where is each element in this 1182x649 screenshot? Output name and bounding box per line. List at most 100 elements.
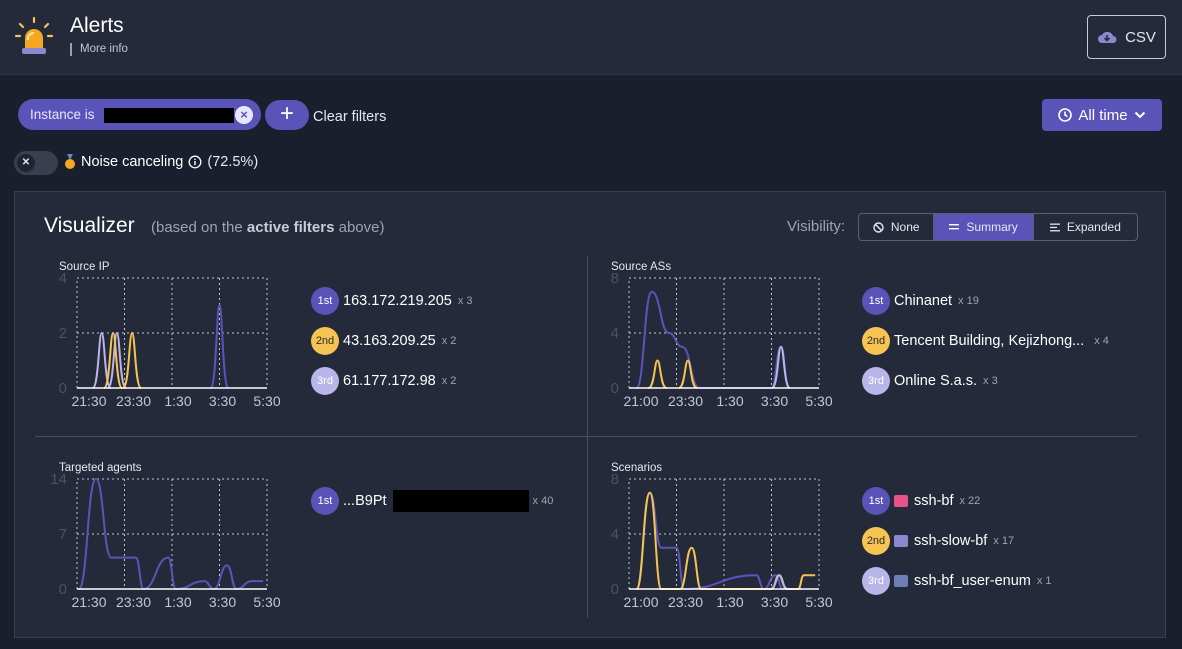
rank-name: Online S.a.s.: [894, 373, 978, 389]
y-tick-label: 0: [59, 380, 67, 397]
noise-canceling-row: Noise canceling (72.5%): [64, 154, 258, 170]
rank-count: x 19: [958, 295, 979, 307]
rank-count: x 17: [993, 535, 1015, 547]
series-line: [635, 491, 802, 590]
rank-name: 43.163.209.25: [343, 333, 436, 349]
visibility-label: Visibility:: [787, 218, 846, 235]
agents-rank-1[interactable]: 1st ...B9Pt x 40: [311, 487, 553, 515]
y-tick-label: 0: [59, 581, 67, 598]
rank-count: x 4: [1094, 335, 1109, 347]
series-line: [771, 345, 791, 389]
time-range-dropdown[interactable]: All time: [1042, 99, 1162, 131]
visibility-none-button[interactable]: None: [859, 214, 935, 240]
visualizer-subtitle: (based on the active filters above): [151, 219, 385, 236]
rank-badge-1st: 1st: [311, 487, 339, 515]
rank-badge-3rd: 3rd: [862, 567, 890, 595]
x-tick-label: 23:30: [116, 393, 151, 409]
visibility-summary-button[interactable]: Summary: [934, 214, 1034, 240]
x-tick-label: 5:30: [253, 393, 280, 409]
rank-badge-3rd: 3rd: [311, 367, 339, 395]
subtitle-post: above): [334, 219, 385, 236]
series-line: [209, 304, 230, 389]
x-tick-label: 23:30: [668, 393, 703, 409]
scenario-rank-3[interactable]: 3rd ssh-bf_user-enum x 1: [862, 567, 1052, 595]
source-as-rank-2[interactable]: 2nd Tencent Building, Kejizhong... x 4: [862, 327, 1109, 355]
rank-count: x 40: [532, 495, 554, 507]
rank-badge-1st: 1st: [862, 487, 890, 515]
visibility-expanded-button[interactable]: Expanded: [1034, 214, 1137, 240]
x-tick-label: 3:30: [209, 393, 236, 409]
expanded-lines-icon: [1049, 223, 1060, 231]
vertical-divider: [587, 256, 588, 618]
medal-icon: [65, 154, 75, 169]
series-line: [77, 478, 264, 590]
source-ip-rank-2[interactable]: 2nd 43.163.209.25 x 2: [311, 327, 456, 355]
x-tick-label: 1:30: [164, 393, 191, 409]
source-as-rank-3[interactable]: 3rd Online S.a.s. x 3: [862, 367, 998, 395]
clear-filters-link[interactable]: Clear filters: [313, 109, 386, 125]
x-tick-label: 1:30: [716, 393, 743, 409]
x-tick-label: 21:00: [623, 594, 658, 610]
subtitle-pre: (based on the: [151, 219, 247, 236]
series-line: [635, 290, 790, 389]
remove-filter-icon[interactable]: ×: [235, 106, 253, 124]
y-tick-label: 8: [611, 270, 619, 287]
siren-icon: [14, 16, 54, 54]
scenario-rank-1[interactable]: 1st ssh-bf x 22: [862, 487, 980, 515]
x-tick-label: 21:30: [71, 393, 106, 409]
rank-count: x 2: [441, 375, 457, 387]
x-tick-label: 1:30: [164, 594, 191, 610]
x-tick-label: 5:30: [805, 393, 832, 409]
info-icon[interactable]: [188, 155, 202, 169]
x-tick-label: 23:30: [116, 594, 151, 610]
rank-badge-2nd: 2nd: [311, 327, 339, 355]
rank-badge-2nd: 2nd: [862, 527, 890, 555]
rank-count: x 3: [457, 295, 473, 307]
rank-count: x 1: [1036, 575, 1052, 587]
y-tick-label: 4: [611, 526, 619, 543]
y-tick-label: 8: [611, 471, 619, 488]
ssh-slow-bf-icon: [894, 535, 908, 547]
y-tick-label: 0: [611, 581, 619, 598]
rank-name: Chinanet: [894, 293, 953, 309]
visualizer-panel: Visualizer (based on the active filters …: [14, 191, 1166, 638]
scenario-rank-2[interactable]: 2nd ssh-slow-bf x 17: [862, 527, 1014, 555]
y-tick-label: 2: [59, 325, 67, 342]
page-title: Alerts: [70, 14, 124, 37]
ban-icon: [873, 221, 884, 233]
series-line: [635, 491, 816, 590]
rank-count: x 2: [441, 335, 457, 347]
source-ip-rank-3[interactable]: 3rd 61.177.172.98 x 2: [311, 367, 456, 395]
targeted-agents-chart: 0 7 14 21:30 23:30 1:30 3:30 5:30: [50, 471, 281, 610]
toggle-off-icon: ✕: [17, 154, 35, 172]
more-info-link[interactable]: More info: [70, 43, 128, 56]
redacted-instance: [104, 108, 234, 123]
subtitle-bold: active filters: [246, 219, 335, 236]
filter-chip-label: Instance is: [30, 107, 95, 122]
y-tick-label: 14: [50, 471, 67, 488]
add-filter-button[interactable]: +: [265, 100, 309, 130]
x-tick-label: 21:30: [71, 594, 106, 610]
noise-canceling-toggle[interactable]: ✕: [14, 151, 58, 175]
rank-name: Tencent Building, Kejizhong...: [894, 333, 1085, 349]
rank-name: ssh-bf: [914, 493, 954, 509]
y-tick-label: 4: [611, 325, 619, 342]
rank-name: ssh-slow-bf: [914, 533, 988, 549]
rank-name: 61.177.172.98: [343, 373, 436, 389]
targeted-agents-label: Targeted agents: [59, 462, 142, 474]
rank-name: ...B9Pt: [343, 493, 387, 509]
clock-icon: [1058, 108, 1073, 122]
source-as-rank-1[interactable]: 1st Chinanet x 19: [862, 287, 979, 315]
noise-percent: (72.5%): [207, 154, 259, 170]
x-tick-label: 3:30: [761, 594, 788, 610]
source-ip-rank-1[interactable]: 1st 163.172.219.205 x 3: [311, 287, 473, 315]
chevron-down-icon: [1134, 111, 1145, 119]
visibility-none-label: None: [890, 220, 920, 234]
source-as-label: Source ASs: [611, 261, 672, 273]
visibility-expanded-label: Expanded: [1066, 220, 1121, 234]
cloud-download-icon: [1098, 31, 1117, 43]
instance-filter-chip[interactable]: Instance is ×: [18, 99, 261, 130]
csv-export-button[interactable]: CSV: [1087, 15, 1166, 59]
csv-label: CSV: [1125, 28, 1156, 46]
rank-badge-1st: 1st: [311, 287, 339, 315]
